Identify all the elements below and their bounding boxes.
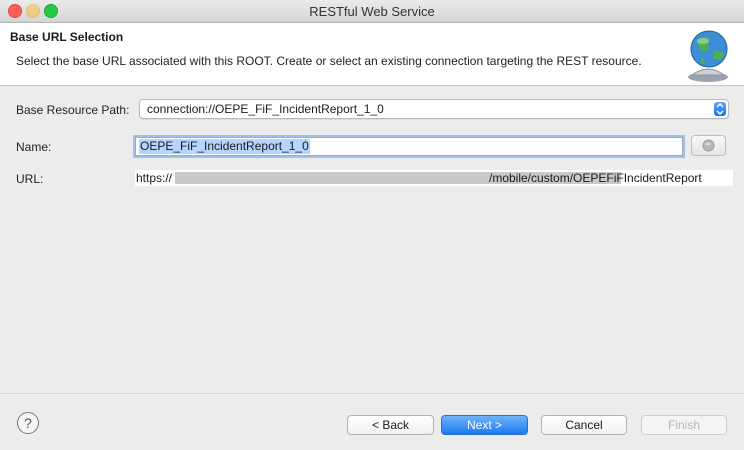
back-button[interactable]: < Back bbox=[347, 415, 434, 435]
cancel-button[interactable]: Cancel bbox=[541, 415, 627, 435]
url-field: https:// /mobile/custom/OEPEFiFIncidentR… bbox=[135, 170, 733, 186]
wizard-header: Base URL Selection Select the base URL a… bbox=[0, 23, 744, 86]
footer-divider bbox=[0, 393, 744, 394]
globe-icon bbox=[688, 30, 728, 82]
finish-button[interactable]: Finish bbox=[641, 415, 727, 435]
base-path-value: connection://OEPE_FiF_IncidentReport_1_0 bbox=[147, 102, 384, 116]
name-label: Name: bbox=[16, 140, 52, 154]
connection-globe-icon bbox=[702, 139, 715, 152]
next-button[interactable]: Next > bbox=[441, 415, 528, 435]
name-field[interactable]: OEPE_FiF_IncidentReport_1_0 bbox=[135, 137, 683, 156]
url-suffix: /mobile/custom/OEPEFiFIncidentReport bbox=[489, 171, 702, 185]
base-path-label: Base Resource Path: bbox=[16, 103, 130, 117]
name-value: OEPE_FiF_IncidentReport_1_0 bbox=[139, 139, 310, 154]
url-prefix: https:// bbox=[136, 171, 173, 185]
base-path-select[interactable]: connection://OEPE_FiF_IncidentReport_1_0 bbox=[139, 99, 729, 119]
url-label: URL: bbox=[16, 172, 44, 186]
page-title: Base URL Selection bbox=[10, 30, 124, 44]
window-title: RESTful Web Service bbox=[309, 4, 435, 19]
title-bar: RESTful Web Service bbox=[0, 0, 744, 23]
connection-browse-button[interactable] bbox=[691, 135, 726, 156]
help-button[interactable]: ? bbox=[17, 412, 39, 434]
page-description: Select the base URL associated with this… bbox=[16, 54, 642, 68]
chevron-updown-icon[interactable] bbox=[714, 102, 726, 116]
